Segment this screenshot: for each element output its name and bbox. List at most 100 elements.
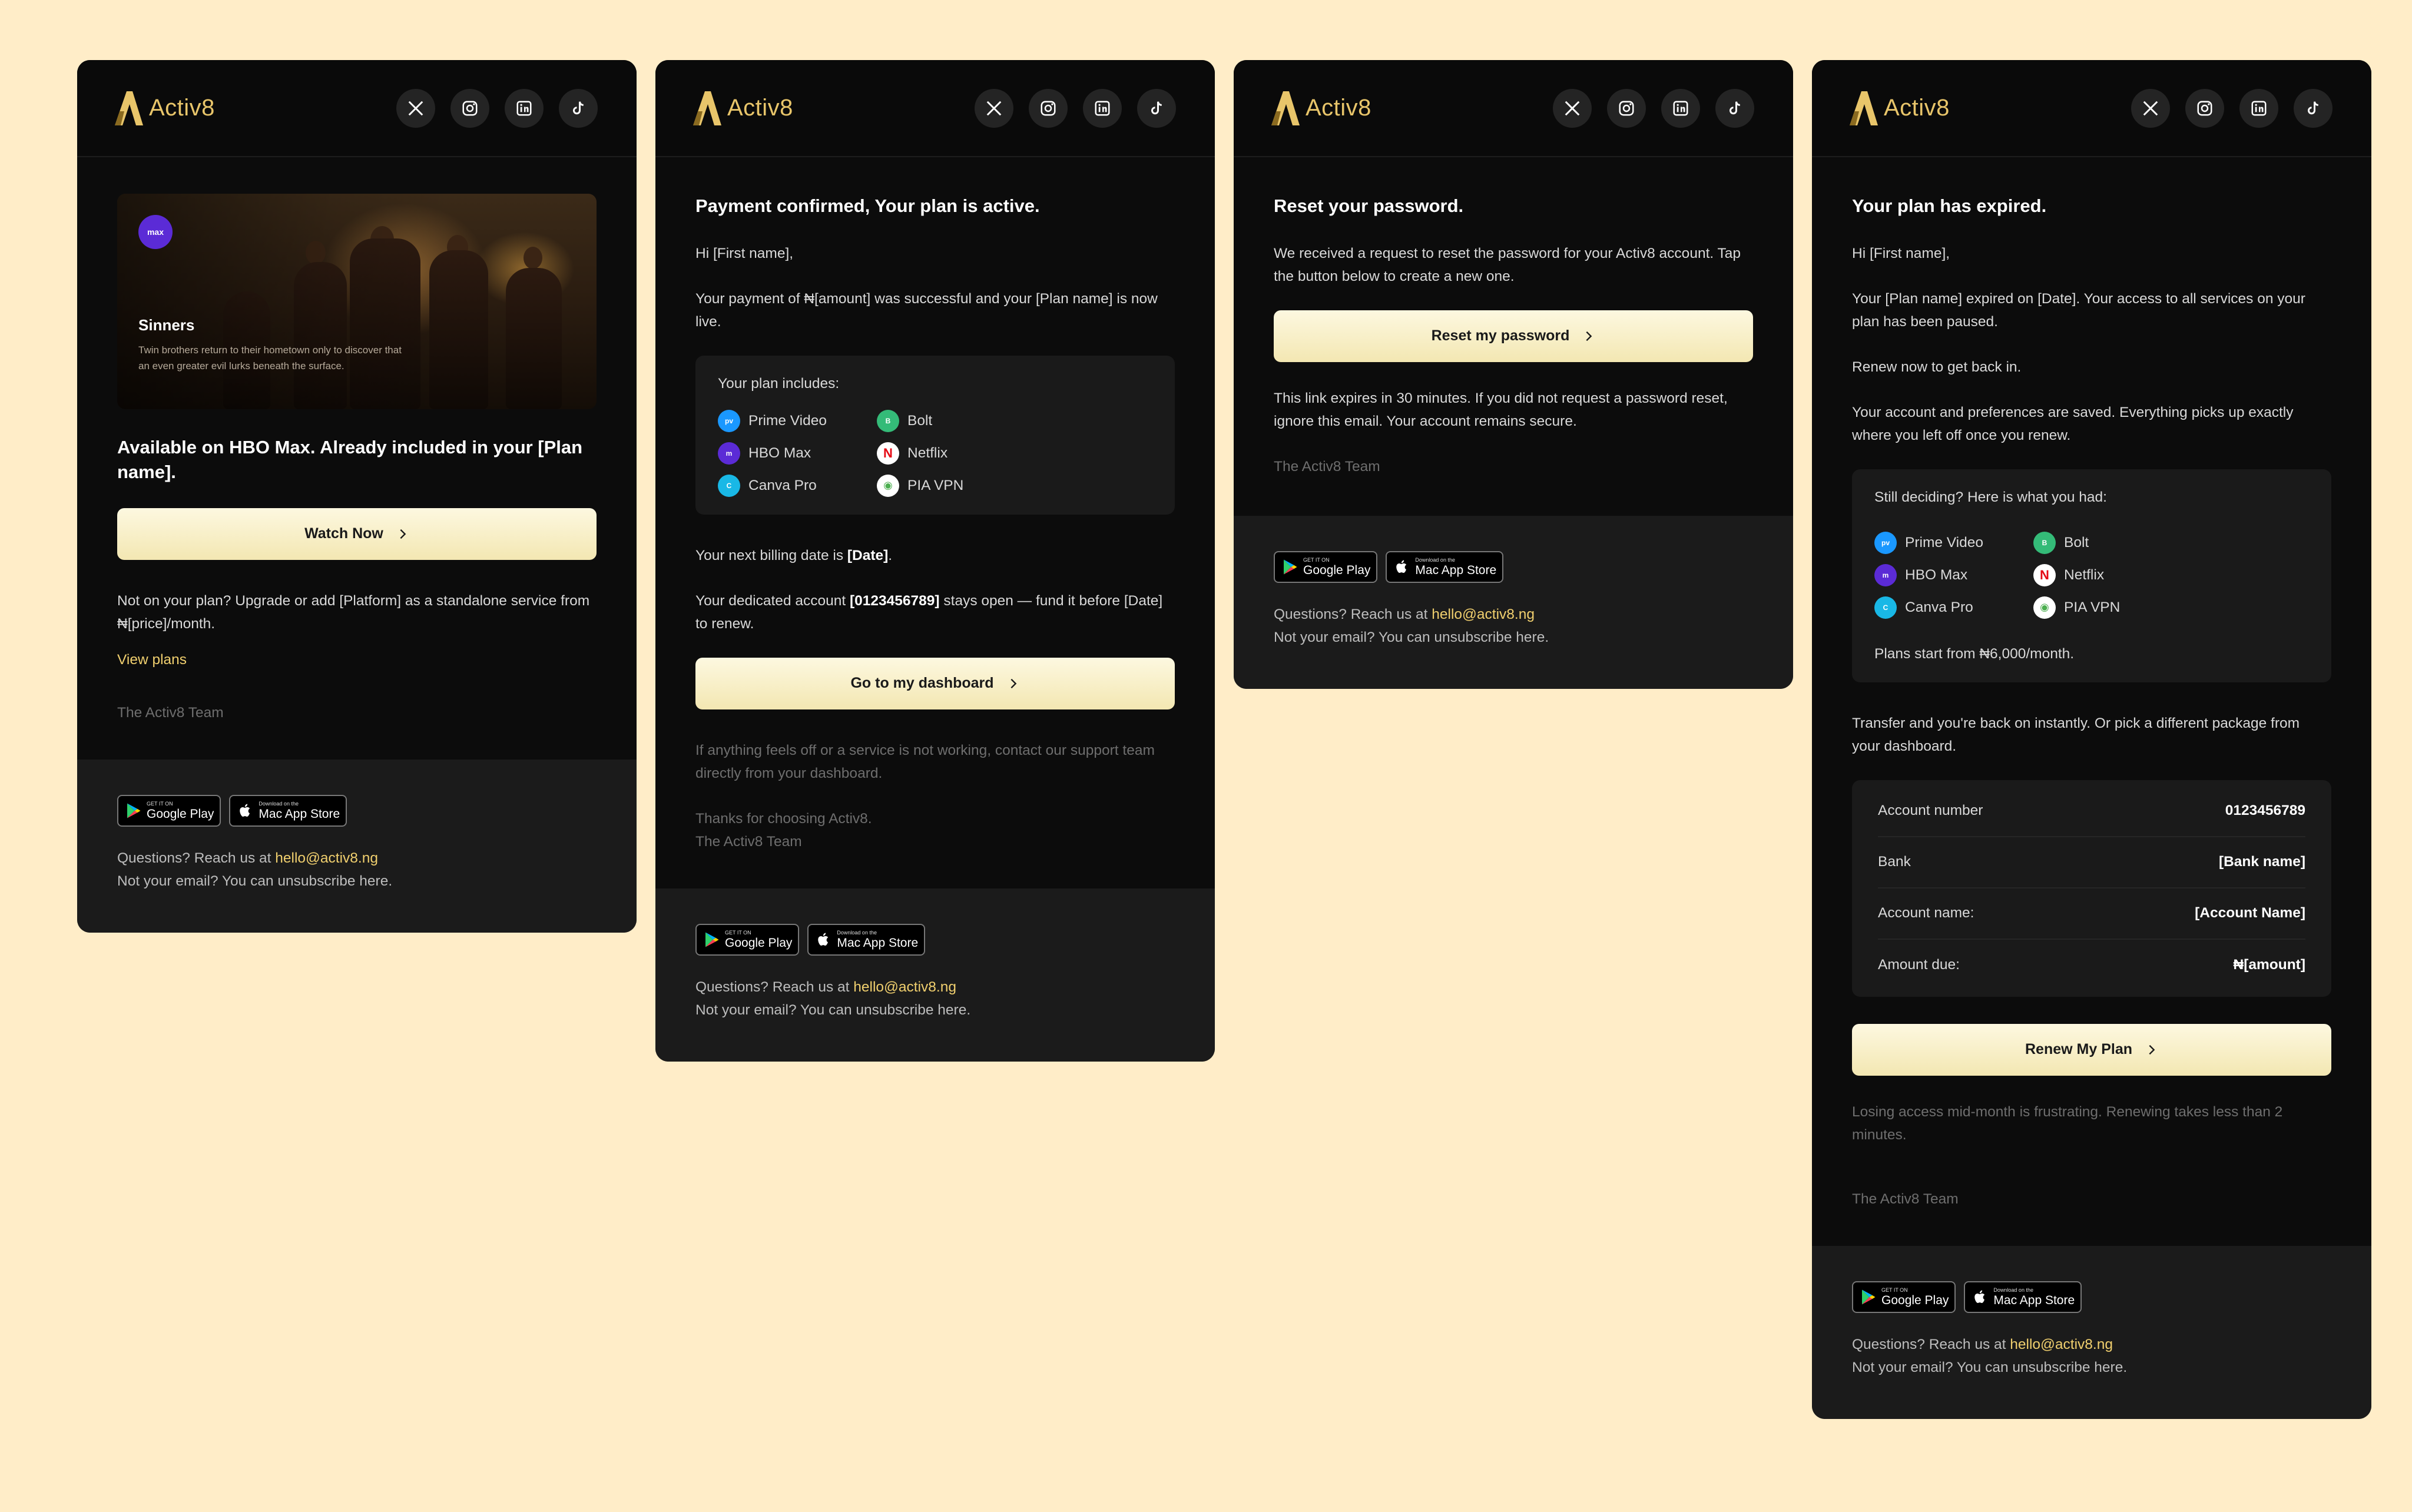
expired-text: Your [Plan name] expired on [Date]. Your… (1852, 290, 2305, 330)
support-email-link[interactable]: hello@activ8.ng (2010, 1337, 2113, 1352)
service-item: pv Prime Video (1874, 531, 2033, 554)
email-card-payment-confirmed: Activ8 Payment confirmed, Your plan is a… (655, 60, 1215, 1062)
button-label: Watch Now (304, 525, 383, 542)
email-header: Activ8 (655, 60, 1215, 157)
linkedin-icon[interactable] (1661, 88, 1700, 128)
plan-includes-box: Your plan includes: pv Prime Video B Bolt … (695, 355, 1175, 515)
email-footer: GET IT ON Google Play Download on the Mac … (655, 888, 1215, 1062)
social-links (396, 88, 598, 128)
view-plans-link[interactable]: View plans (117, 652, 187, 668)
reset-password-button[interactable]: Reset my password (1274, 310, 1753, 362)
email-card-plan-expired: Activ8 Your plan has expired. Hi [First … (1812, 60, 2371, 1419)
email-heading: Payment confirmed, Your plan is active. (695, 195, 1040, 216)
activ8-logo-icon (1850, 91, 1878, 125)
service-item: ◉ PIA VPN (877, 474, 1036, 497)
app-store-badge[interactable]: Download on the Mac App Store (229, 794, 347, 827)
hbo-max-icon: max (138, 215, 173, 249)
instagram-icon[interactable] (2185, 88, 2224, 128)
greeting: Hi [First name], (1852, 245, 1950, 261)
social-links (1553, 88, 1754, 128)
google-play-badge[interactable]: GET IT ON Google Play (695, 923, 800, 956)
table-row: Bank [Bank name] (1878, 837, 2305, 888)
app-store-badge[interactable]: Download on the Mac App Store (1964, 1281, 2082, 1313)
footer-contact: Questions? Reach us at hello@activ8.ng (1852, 1336, 2113, 1352)
service-item: m HBO Max (718, 442, 877, 465)
email-card-reset-password: Activ8 Reset your password. We received … (1234, 60, 1793, 689)
unsubscribe-link[interactable]: Not your email? You can unsubscribe here… (695, 999, 1175, 1022)
apple-icon (1396, 560, 1407, 573)
thanks-text: Thanks for choosing Activ8. (695, 810, 872, 827)
dedicated-account-text: Your dedicated account [0123456789] stay… (695, 592, 1163, 632)
email-footer: GET IT ON Google Play Download on the Mac … (1234, 515, 1793, 689)
renewal-note: Losing access mid-month is frustrating. … (1852, 1103, 2283, 1143)
activ8-logo-icon (1271, 91, 1300, 125)
x-icon[interactable] (975, 88, 1013, 128)
support-text: If anything feels off or a service is no… (695, 742, 1155, 781)
email-header: Activ8 (77, 60, 637, 157)
reset-request-text: We received a request to reset the passw… (1274, 245, 1741, 284)
movie-description: Twin brothers return to their hometown o… (138, 344, 402, 372)
linkedin-icon[interactable] (1083, 88, 1122, 128)
upgrade-text: Not on your plan? Upgrade or add [Platfo… (117, 592, 590, 632)
renew-plan-button[interactable]: Renew My Plan (1852, 1023, 2331, 1076)
google-play-badge[interactable]: GET IT ON Google Play (117, 794, 221, 827)
x-icon[interactable] (1553, 88, 1592, 128)
instagram-icon[interactable] (1029, 88, 1068, 128)
service-list: pv Prime Video B Bolt m HBO Max N Netflix CC… (718, 409, 1152, 497)
table-row: Amount due: ₦[amount] (1878, 957, 2305, 973)
apple-icon (1974, 1290, 1985, 1303)
linkedin-icon[interactable] (2239, 88, 2278, 128)
service-item: N Netflix (2033, 563, 2192, 586)
app-store-badge[interactable]: Download on the Mac App Store (807, 923, 926, 956)
x-icon[interactable] (2131, 88, 2170, 128)
social-links (2131, 88, 2333, 128)
service-item: pv Prime Video (718, 409, 877, 432)
chevron-right-icon (2149, 1045, 2155, 1055)
service-item: C Canva Pro (1874, 596, 2033, 619)
service-item: B Bolt (877, 409, 1036, 432)
netflix-icon: N (877, 442, 899, 465)
renew-prompt: Renew now to get back in. (1852, 359, 2022, 375)
email-heading: Available on HBO Max. Already included i… (117, 437, 583, 482)
support-email-link[interactable]: hello@activ8.ng (1432, 606, 1535, 622)
bolt-icon: B (2033, 531, 2056, 554)
brand-name: Activ8 (727, 95, 793, 121)
google-play-badge[interactable]: GET IT ON Google Play (1852, 1281, 1956, 1313)
transfer-text: Transfer and you're back on instantly. O… (1852, 715, 2300, 754)
tiktok-icon[interactable] (1137, 88, 1176, 128)
google-play-badge[interactable]: GET IT ON Google Play (1274, 551, 1378, 583)
google-play-icon (1862, 1289, 1876, 1305)
app-store-badge[interactable]: Download on the Mac App Store (1386, 551, 1504, 583)
signoff: The Activ8 Team (1274, 458, 1380, 475)
unsubscribe-link[interactable]: Not your email? You can unsubscribe here… (117, 870, 597, 893)
payment-text: Your payment of ₦[amount] was successful… (695, 290, 1158, 330)
linkedin-icon[interactable] (505, 88, 544, 128)
brand-logo[interactable]: Activ8 (691, 90, 793, 127)
billing-date-text: Your next billing date is [Date]. (695, 547, 893, 563)
social-links (975, 88, 1176, 128)
button-label: Renew My Plan (2025, 1041, 2132, 1058)
brand-logo[interactable]: Activ8 (1269, 90, 1371, 127)
instagram-icon[interactable] (1607, 88, 1646, 128)
unsubscribe-link[interactable]: Not your email? You can unsubscribe here… (1274, 626, 1753, 649)
tiktok-icon[interactable] (1715, 88, 1754, 128)
footer-contact: Questions? Reach us at hello@activ8.ng (695, 979, 956, 995)
tiktok-icon[interactable] (2294, 88, 2333, 128)
brand-logo[interactable]: Activ8 (1847, 90, 1950, 127)
tiktok-icon[interactable] (559, 88, 598, 128)
pia-vpn-icon: ◉ (877, 474, 899, 497)
x-icon[interactable] (396, 88, 435, 128)
support-email-link[interactable]: hello@activ8.ng (275, 850, 378, 866)
activ8-logo-icon (115, 91, 143, 125)
go-to-dashboard-button[interactable]: Go to my dashboard (695, 657, 1175, 709)
service-item: N Netflix (877, 442, 1036, 465)
unsubscribe-link[interactable]: Not your email? You can unsubscribe here… (1852, 1356, 2331, 1379)
support-email-link[interactable]: hello@activ8.ng (853, 979, 956, 995)
watch-now-button[interactable]: Watch Now (117, 508, 597, 560)
instagram-icon[interactable] (450, 88, 489, 128)
link-expiry-text: This link expires in 30 minutes. If you … (1274, 390, 1728, 429)
movie-title: Sinners (138, 316, 195, 334)
brand-logo[interactable]: Activ8 (112, 90, 215, 127)
featured-movie-banner[interactable]: max Sinners Twin brothers return to thei… (117, 194, 597, 409)
apple-icon (818, 933, 829, 946)
